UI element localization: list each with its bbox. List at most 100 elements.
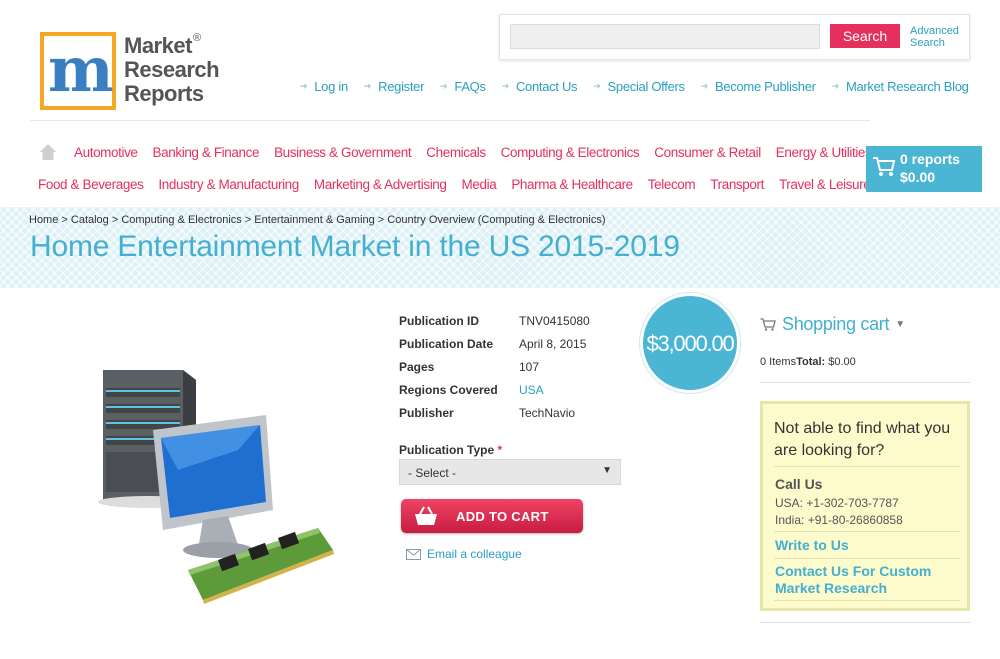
nav-register[interactable]: ➔ Register	[363, 77, 425, 95]
basket-icon	[415, 506, 437, 525]
nav-login[interactable]: ➔ Log in	[300, 77, 348, 95]
category-food-beverages[interactable]: Food & Beverages	[38, 177, 144, 192]
add-to-cart-button[interactable]: ADD TO CART	[401, 499, 583, 533]
search-button[interactable]: Search	[830, 24, 900, 48]
nav-label: Market Research Blog	[845, 78, 969, 94]
category-transport[interactable]: Transport	[710, 177, 764, 192]
home-icon[interactable]	[39, 143, 57, 161]
write-to-us-link[interactable]: Write to Us	[775, 537, 849, 553]
category-banking-finance[interactable]: Banking & Finance	[153, 145, 260, 160]
cart-total-label: Total:	[796, 356, 826, 368]
cart-report-count: 0 reports	[900, 151, 960, 167]
publisher-value: TechNavio	[519, 406, 576, 420]
logo-wordmark[interactable]: Market Research Reports	[124, 33, 220, 106]
category-nav-row-2: Food & Beverages Industry & Manufacturin…	[38, 177, 885, 192]
pub-id-label: Publication ID	[399, 314, 480, 328]
logo-line-market: Market	[124, 33, 192, 58]
nav-label: Register	[378, 78, 425, 94]
logo-mark: m	[48, 33, 114, 106]
category-consumer-retail[interactable]: Consumer & Retail	[654, 145, 761, 160]
category-energy-utilities[interactable]: Energy & Utilities	[776, 145, 872, 160]
category-telecom[interactable]: Telecom	[648, 177, 696, 192]
shopping-cart-title: Shopping cart	[782, 314, 890, 334]
page-title: Home Entertainment Market in the US 2015…	[30, 230, 680, 263]
category-chemicals[interactable]: Chemicals	[426, 145, 486, 160]
category-business-government[interactable]: Business & Government	[274, 145, 412, 160]
select-value: - Select -	[408, 466, 457, 480]
cart-items-count: 0 Items	[760, 356, 797, 368]
logo-line-reports: Reports	[124, 81, 204, 106]
help-divider	[774, 531, 960, 532]
arrow-icon: ➔	[593, 80, 601, 91]
registered-mark: ®	[193, 32, 202, 44]
arrow-icon: ➔	[501, 80, 510, 91]
advanced-search-line1: Advanced	[910, 25, 959, 37]
top-nav: ➔ Log in ➔ Register ➔ FAQs ➔ Contact Us ➔ Spe…	[300, 77, 985, 95]
logo-line-research: Research	[124, 57, 220, 82]
help-divider	[774, 600, 960, 601]
envelope-icon	[406, 548, 421, 560]
custom-research-link[interactable]: Contact Us For Custom Market Research	[775, 563, 965, 597]
nav-label: Special Offers	[607, 78, 686, 94]
cart-icon	[873, 157, 896, 176]
pages-value: 107	[519, 360, 540, 374]
cart-icon	[760, 318, 776, 331]
email-colleague-label: Email a colleague	[427, 547, 522, 561]
arrow-icon: ➔	[831, 80, 840, 91]
pub-date-label: Publication Date	[399, 337, 494, 351]
advanced-search-line2: Search	[910, 37, 945, 49]
nav-label: Become Publisher	[714, 78, 816, 94]
publication-type-select[interactable]: - Select - ▼	[399, 459, 621, 485]
nav-contact-us[interactable]: ➔ Contact Us	[502, 77, 578, 95]
sidebar-bottom-divider	[760, 622, 970, 623]
breadcrumb[interactable]: Home > Catalog > Computing & Electronics…	[29, 214, 606, 226]
header-cart[interactable]: 0 reports $0.00	[866, 146, 982, 192]
publication-type-text: Publication Type	[399, 443, 495, 457]
nav-special-offers[interactable]: ➔ Special Offers	[593, 77, 686, 95]
call-us-heading: Call Us	[775, 476, 823, 492]
help-divider	[774, 558, 960, 559]
nav-label: FAQs	[454, 78, 486, 94]
cart-summary: 0 ItemsTotal: $0.00	[760, 356, 856, 368]
category-computing-electronics[interactable]: Computing & Electronics	[501, 145, 640, 160]
search-input[interactable]	[510, 24, 820, 49]
header-divider	[30, 120, 870, 121]
arrow-icon: ➔	[300, 80, 308, 91]
logo[interactable]: m	[40, 32, 116, 110]
sidebar-divider	[760, 382, 970, 383]
publisher-label: Publisher	[399, 406, 454, 420]
category-industry-manufacturing[interactable]: Industry & Manufacturing	[158, 177, 299, 192]
usa-phone: USA: +1-302-703-7787	[775, 496, 899, 510]
chevron-down-icon: ▼	[895, 319, 905, 330]
product-image	[98, 370, 334, 604]
category-pharma-healthcare[interactable]: Pharma & Healthcare	[511, 177, 633, 192]
arrow-icon: ➔	[700, 80, 709, 91]
category-media[interactable]: Media	[462, 177, 497, 192]
arrow-icon: ➔	[363, 80, 372, 91]
category-nav-row-1: Automotive Banking & Finance Business & …	[74, 145, 886, 160]
email-colleague-link[interactable]: Email a colleague	[406, 547, 522, 561]
cart-total: $0.00	[900, 169, 936, 185]
publication-type-label: Publication Type *	[399, 443, 502, 457]
help-question: Not able to find what you are looking fo…	[774, 420, 951, 459]
help-divider	[774, 466, 960, 467]
nav-label: Contact Us	[515, 78, 578, 94]
category-marketing-advertising[interactable]: Marketing & Advertising	[314, 177, 447, 192]
nav-become-publisher[interactable]: ➔ Become Publisher	[701, 77, 816, 95]
regions-label: Regions Covered	[399, 383, 498, 397]
cart-total-value: $0.00	[828, 356, 856, 368]
nav-label: Log in	[314, 78, 348, 94]
pub-id-value: TNV0415080	[519, 314, 590, 328]
category-travel-leisure[interactable]: Travel & Leisure	[779, 177, 871, 192]
dropdown-arrow-icon: ▼	[602, 465, 612, 476]
shopping-cart-toggle[interactable]: Shopping cart ▼	[760, 314, 905, 335]
category-automotive[interactable]: Automotive	[74, 145, 138, 160]
nav-faqs[interactable]: ➔ FAQs	[440, 77, 486, 95]
required-marker: *	[497, 443, 503, 457]
regions-link[interactable]: USA	[519, 383, 544, 397]
nav-market-research-blog[interactable]: ➔ Market Research Blog	[832, 77, 969, 95]
advanced-search-link[interactable]: Advanced Search	[910, 25, 970, 49]
india-phone: India: +91-80-26860858	[775, 513, 903, 527]
arrow-icon: ➔	[440, 80, 448, 91]
price-badge: $3,000.00	[640, 293, 740, 393]
